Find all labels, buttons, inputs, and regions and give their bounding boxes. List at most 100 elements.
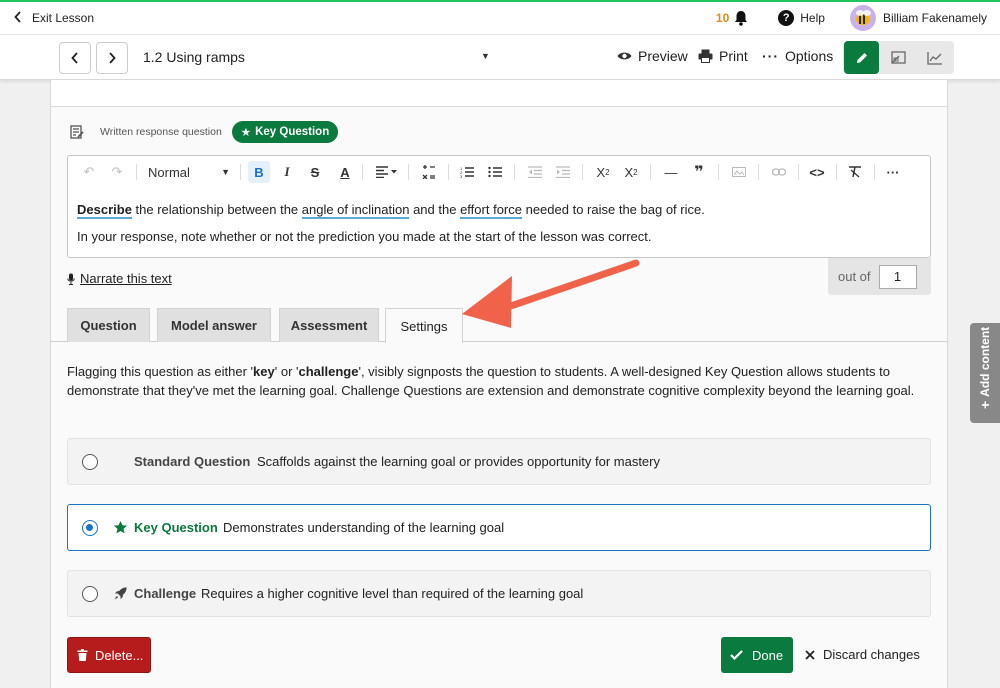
tab-question[interactable]: Question	[67, 308, 150, 342]
narrate-text-link[interactable]: Narrate this text	[67, 271, 172, 286]
options-button[interactable]: ··· Options	[762, 48, 833, 64]
undo-icon[interactable]: ↶	[78, 161, 100, 183]
print-button[interactable]: Print	[698, 48, 748, 64]
tab-model-answer[interactable]: Model answer	[157, 308, 271, 342]
toolbar-divider	[650, 164, 651, 180]
user-menu[interactable]: Billiam Fakenamely	[849, 5, 987, 31]
presentation-mode-button[interactable]	[881, 41, 916, 74]
top-bar: Exit Lesson 10 ? Help Billiam Fakenamely	[0, 0, 1000, 35]
done-button[interactable]: Done	[721, 637, 793, 673]
question-line-2: In your response, note whether or not th…	[77, 229, 652, 244]
bullet-list-icon[interactable]	[484, 161, 506, 183]
tab-settings[interactable]: Settings	[385, 308, 463, 343]
option-name: Standard Question	[134, 454, 251, 469]
rocket-icon	[112, 585, 128, 601]
view-mode-switcher	[843, 41, 954, 74]
star-icon: ★	[240, 127, 252, 139]
out-of-label: out of	[838, 269, 871, 284]
option-name: Challenge	[134, 586, 197, 601]
chevron-left-icon	[71, 52, 78, 64]
challenge-radio[interactable]	[82, 586, 98, 602]
more-dots-icon[interactable]: ···	[882, 161, 904, 183]
keyword-describe[interactable]: Describe	[77, 202, 132, 219]
text-style-select[interactable]: Normal ▼	[146, 161, 232, 183]
toolbar-divider	[874, 164, 875, 180]
keyword-effort-force[interactable]: effort force	[460, 202, 522, 219]
notification-count[interactable]: 10	[716, 11, 729, 25]
trash-icon	[77, 649, 88, 661]
toolbar-divider	[514, 164, 515, 180]
tab-question-label: Question	[80, 318, 137, 333]
edit-mode-button[interactable]	[844, 41, 879, 74]
question-type-label: Written response question	[100, 126, 222, 138]
bell-icon[interactable]	[734, 10, 748, 26]
key-keyword: key	[253, 364, 275, 379]
next-page-button[interactable]	[96, 42, 128, 74]
help-icon: ?	[778, 10, 795, 26]
subscript-icon[interactable]: X2	[592, 161, 614, 183]
help-label: Help	[800, 11, 825, 25]
points-input[interactable]: 1	[878, 264, 917, 289]
add-content-tab[interactable]: + Add content	[970, 323, 1000, 423]
toolbar-divider	[240, 164, 241, 180]
help-button[interactable]: ? Help	[778, 10, 825, 26]
presentation-icon	[890, 50, 906, 64]
line-chart-icon	[926, 51, 942, 65]
toolbar-divider	[758, 164, 759, 180]
settings-description-run: ' or '	[274, 364, 299, 379]
print-label: Print	[719, 48, 748, 64]
list-math-icon[interactable]	[418, 161, 440, 183]
key-question-radio[interactable]	[82, 520, 98, 536]
toolbar-divider	[448, 164, 449, 180]
standard-question-radio[interactable]	[82, 454, 98, 470]
outdent-icon[interactable]	[524, 161, 546, 183]
rich-text-editor[interactable]: ↶ ↷ Normal ▼ B I S A 123 X 2 X 2 — ❞ <> …	[67, 155, 931, 258]
blockquote-icon[interactable]: ❞	[688, 161, 710, 183]
option-description: Scaffolds against the learning goal or p…	[257, 454, 660, 469]
align-icon[interactable]	[372, 161, 402, 183]
question-type-row: Written response question ★ Key Question	[70, 121, 339, 143]
exit-lesson-button[interactable]: Exit Lesson	[14, 10, 94, 26]
lesson-title[interactable]: 1.2 Using ramps	[143, 49, 245, 65]
question-text-run: and the	[409, 202, 461, 217]
font-color-icon[interactable]: A	[334, 161, 356, 183]
delete-button[interactable]: Delete...	[67, 637, 151, 673]
star-icon	[112, 519, 128, 535]
more-dots-icon: ···	[762, 48, 779, 64]
option-challenge[interactable]: Challenge Requires a higher cognitive le…	[67, 570, 931, 617]
tab-assessment[interactable]: Assessment	[279, 308, 379, 342]
question-text-run: needed to raise the bag of rice.	[521, 202, 705, 217]
exit-lesson-label: Exit Lesson	[32, 11, 95, 25]
horizontal-rule-icon[interactable]: —	[660, 161, 682, 183]
settings-description-run: Flagging this question as either '	[67, 364, 254, 379]
superscript-icon[interactable]: X2	[620, 161, 642, 183]
ordered-list-icon[interactable]: 123	[456, 161, 478, 183]
option-description: Requires a higher cognitive level than r…	[201, 586, 584, 601]
strikethrough-icon[interactable]: S	[304, 161, 326, 183]
previous-page-button[interactable]	[59, 42, 91, 74]
editor-toolbar: ↶ ↷ Normal ▼ B I S A 123 X 2 X 2 — ❞ <> …	[68, 156, 930, 188]
italic-icon[interactable]: I	[276, 161, 298, 183]
analytics-mode-button[interactable]	[917, 41, 952, 74]
redo-icon[interactable]: ↷	[106, 161, 128, 183]
code-icon[interactable]: <>	[806, 161, 828, 183]
preview-button[interactable]: Preview	[617, 48, 688, 64]
preview-label: Preview	[638, 48, 688, 64]
caret-down-icon[interactable]: ▼	[481, 51, 490, 61]
written-response-icon	[70, 125, 84, 139]
close-icon	[805, 649, 815, 660]
link-icon[interactable]	[768, 161, 790, 183]
image-icon[interactable]	[728, 161, 750, 183]
discard-changes-button[interactable]: Discard changes	[805, 647, 920, 662]
option-key-question[interactable]: Key Question Demonstrates understanding …	[67, 504, 931, 551]
user-name: Billiam Fakenamely	[882, 11, 987, 25]
clear-formatting-icon[interactable]	[844, 161, 866, 183]
svg-text:3: 3	[460, 174, 463, 178]
question-text[interactable]: Describe the relationship between the an…	[77, 196, 705, 250]
bold-icon[interactable]: B	[248, 161, 270, 183]
question-tabs: Question Model answer Assessment Setting…	[50, 308, 948, 343]
option-standard-question[interactable]: Standard Question Scaffolds against the …	[67, 438, 931, 485]
keyword-angle-of-inclination[interactable]: angle of inclination	[301, 202, 410, 219]
indent-icon[interactable]	[552, 161, 574, 183]
toolbar-divider	[836, 164, 837, 180]
